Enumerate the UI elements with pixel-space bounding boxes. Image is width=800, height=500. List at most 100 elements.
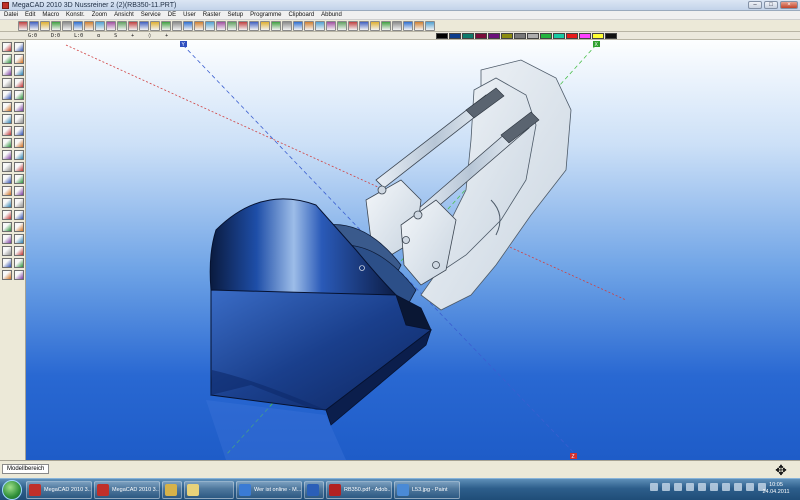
tool-button[interactable]	[2, 54, 12, 64]
menu-clipboard[interactable]: Clipboard	[288, 12, 314, 18]
color-swatch[interactable]	[579, 33, 591, 39]
tool-button[interactable]	[14, 126, 24, 136]
minimize-button[interactable]: –	[748, 1, 762, 9]
tool-button[interactable]	[14, 150, 24, 160]
tool-button[interactable]	[14, 66, 24, 76]
tab-modellbereich[interactable]: Modellbereich	[2, 464, 50, 474]
toolbar-button[interactable]	[73, 20, 83, 31]
tray-icon[interactable]	[698, 483, 706, 491]
tool-button[interactable]	[14, 54, 24, 64]
toolbar-button[interactable]	[216, 20, 226, 31]
tray-icon[interactable]	[710, 483, 718, 491]
toolbar-button[interactable]	[62, 20, 72, 31]
toolbar-button[interactable]	[282, 20, 292, 31]
menu-service[interactable]: Service	[141, 12, 161, 18]
toolbar-button[interactable]	[139, 20, 149, 31]
toolbar-button[interactable]	[84, 20, 94, 31]
snap-field[interactable]: α	[97, 33, 100, 39]
toolbar-button[interactable]	[117, 20, 127, 31]
start-button[interactable]	[2, 480, 22, 500]
tool-button[interactable]	[2, 66, 12, 76]
color-swatch[interactable]	[514, 33, 526, 39]
toolbar-button[interactable]	[381, 20, 391, 31]
move-arrows-icon[interactable]: ✥	[772, 463, 790, 477]
color-swatch[interactable]	[449, 33, 461, 39]
toolbar-button[interactable]	[40, 20, 50, 31]
toolbar-button[interactable]	[18, 20, 28, 31]
tool-button[interactable]	[14, 138, 24, 148]
color-swatch[interactable]	[488, 33, 500, 39]
menu-programme[interactable]: Programme	[250, 12, 281, 18]
taskbar-item[interactable]: MegaCAD 2010 3...	[26, 481, 92, 499]
tool-button[interactable]	[14, 198, 24, 208]
tool-button[interactable]	[2, 186, 12, 196]
toolbar-button[interactable]	[128, 20, 138, 31]
tool-button[interactable]	[14, 90, 24, 100]
tool-button[interactable]	[14, 270, 24, 280]
toolbar-button[interactable]	[293, 20, 303, 31]
snap-field[interactable]: +	[131, 33, 134, 39]
toolbar-button[interactable]	[238, 20, 248, 31]
taskbar-item[interactable]: RB350.pdf - Adob...	[326, 481, 392, 499]
tool-button[interactable]	[2, 42, 12, 52]
tool-button[interactable]	[2, 162, 12, 172]
snap-field[interactable]: S	[114, 33, 117, 39]
tray-icon[interactable]	[686, 483, 694, 491]
toolbar-button[interactable]	[337, 20, 347, 31]
tool-button[interactable]	[2, 258, 12, 268]
maximize-button[interactable]: □	[764, 1, 778, 9]
tray-icon[interactable]	[662, 483, 670, 491]
toolbar-button[interactable]	[95, 20, 105, 31]
menu-de[interactable]: DE	[168, 12, 176, 18]
taskbar-item[interactable]: Wer ist online - M...	[236, 481, 302, 499]
tray-icon[interactable]	[674, 483, 682, 491]
tool-button[interactable]	[2, 222, 12, 232]
tool-button[interactable]	[2, 114, 12, 124]
taskbar-item[interactable]: MegaCAD 2010 3...	[94, 481, 160, 499]
color-swatch[interactable]	[501, 33, 513, 39]
toolbar-button[interactable]	[161, 20, 171, 31]
snap-field[interactable]: D:0	[51, 33, 60, 39]
toolbar-button[interactable]	[414, 20, 424, 31]
tray-icon[interactable]	[722, 483, 730, 491]
tool-button[interactable]	[2, 270, 12, 280]
snap-field[interactable]: +	[165, 33, 168, 39]
menu-setup[interactable]: Setup	[227, 12, 243, 18]
toolbar-button[interactable]	[29, 20, 39, 31]
color-swatch[interactable]	[436, 33, 448, 39]
menu-macro[interactable]: Macro	[42, 12, 59, 18]
taskbar-item[interactable]	[162, 481, 182, 499]
toolbar-button[interactable]	[183, 20, 193, 31]
menu-user[interactable]: User	[183, 12, 196, 18]
color-swatch[interactable]	[475, 33, 487, 39]
tool-button[interactable]	[2, 90, 12, 100]
toolbar-button[interactable]	[370, 20, 380, 31]
tool-button[interactable]	[14, 162, 24, 172]
menu-konstr[interactable]: Konstr.	[66, 12, 85, 18]
3d-viewport[interactable]: Y X Z	[26, 40, 800, 460]
taskbar-item[interactable]	[304, 481, 324, 499]
tool-button[interactable]	[2, 198, 12, 208]
menu-raster[interactable]: Raster	[203, 12, 221, 18]
tray-icon[interactable]	[746, 483, 754, 491]
toolbar-button[interactable]	[172, 20, 182, 31]
tool-button[interactable]	[2, 78, 12, 88]
color-swatch[interactable]	[605, 33, 617, 39]
tray-icon[interactable]	[650, 483, 658, 491]
menu-ansicht[interactable]: Ansicht	[114, 12, 134, 18]
tool-button[interactable]	[14, 102, 24, 112]
toolbar-button[interactable]	[194, 20, 204, 31]
tool-button[interactable]	[2, 210, 12, 220]
tool-button[interactable]	[14, 78, 24, 88]
menu-zoom[interactable]: Zoom	[92, 12, 107, 18]
color-swatch[interactable]	[553, 33, 565, 39]
model-canvas[interactable]: Y X Z	[26, 40, 800, 460]
tool-button[interactable]	[2, 174, 12, 184]
clock[interactable]: 10:05 24.04.2011	[758, 482, 794, 496]
toolbar-button[interactable]	[326, 20, 336, 31]
menu-datei[interactable]: Datei	[4, 12, 18, 18]
tool-button[interactable]	[14, 234, 24, 244]
taskbar-item[interactable]: L53.jpg - Paint	[394, 481, 460, 499]
color-swatch[interactable]	[592, 33, 604, 39]
toolbar-button[interactable]	[403, 20, 413, 31]
